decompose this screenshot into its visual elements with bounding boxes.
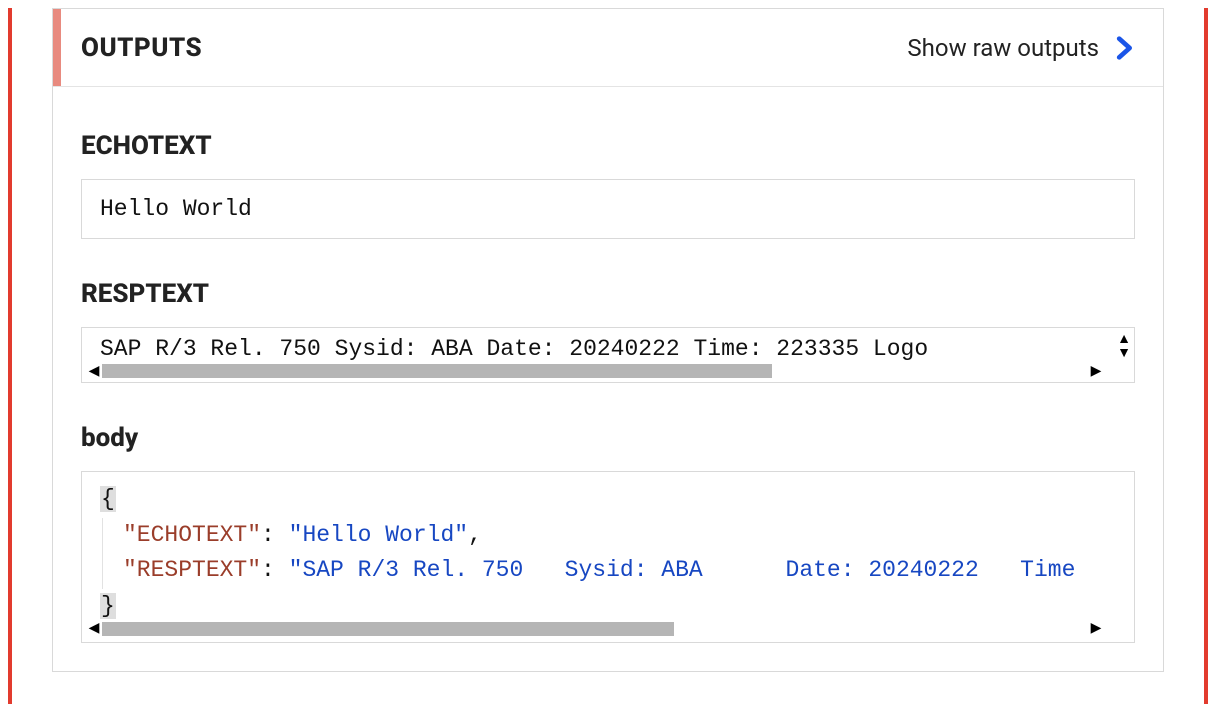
echotext-value: Hello World [81, 179, 1135, 239]
scroll-right-icon[interactable]: ▶ [1090, 622, 1102, 636]
show-raw-outputs-label: Show raw outputs [907, 34, 1099, 62]
body-hscrollbar[interactable]: ◀ ▶ [86, 620, 1104, 638]
body-code-box: { "ECHOTEXT": "Hello World", "RESPTEXT":… [81, 471, 1135, 643]
panel-title: OUTPUTS [81, 33, 202, 63]
resptext-value: SAP R/3 Rel. 750 Sysid: ABA Date: 202402… [82, 328, 1134, 362]
echotext-section: ECHOTEXT Hello World [81, 131, 1135, 239]
scroll-thumb[interactable] [102, 364, 772, 378]
show-raw-outputs-toggle[interactable]: Show raw outputs [907, 34, 1135, 62]
scroll-right-icon[interactable]: ▶ [1090, 364, 1102, 378]
body-json: { "ECHOTEXT": "Hello World", "RESPTEXT":… [100, 482, 1116, 625]
body-label: body [81, 423, 1135, 453]
body-section: body { "ECHOTEXT": "Hello World", "RESPT… [81, 423, 1135, 643]
resptext-label: RESPTEXT [81, 279, 1135, 309]
scroll-up-icon[interactable]: ▲ [1116, 332, 1132, 346]
scroll-left-icon[interactable]: ◀ [88, 364, 100, 378]
panel-header: OUTPUTS Show raw outputs [53, 9, 1163, 87]
panel-body: ECHOTEXT Hello World RESPTEXT SAP R/3 Re… [53, 87, 1163, 671]
resptext-hscrollbar[interactable]: ◀ ▶ [86, 362, 1104, 380]
outputs-panel: OUTPUTS Show raw outputs ECHOTEXT Hello … [52, 8, 1164, 672]
scroll-left-icon[interactable]: ◀ [88, 622, 100, 636]
resptext-box: SAP R/3 Rel. 750 Sysid: ABA Date: 202402… [81, 327, 1135, 383]
echotext-label: ECHOTEXT [81, 131, 1135, 161]
resptext-section: RESPTEXT SAP R/3 Rel. 750 Sysid: ABA Dat… [81, 279, 1135, 383]
scroll-down-icon[interactable]: ▼ [1116, 346, 1132, 360]
chevron-right-icon [1115, 34, 1135, 62]
scroll-thumb[interactable] [102, 622, 674, 636]
